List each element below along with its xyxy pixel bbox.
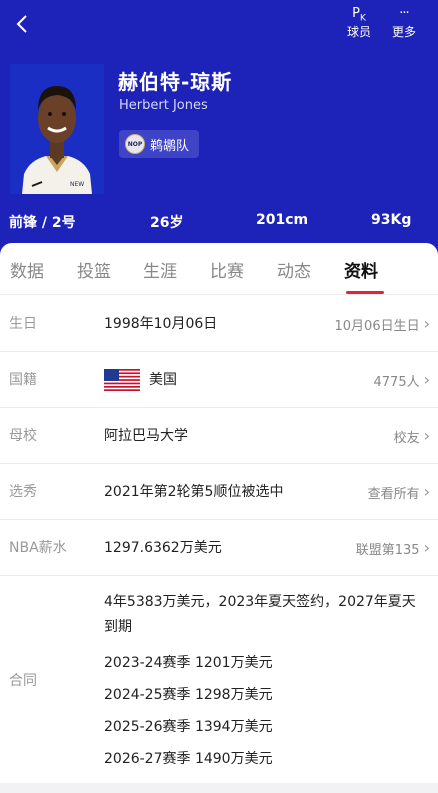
row-label: 选秀 (9, 484, 37, 500)
tab-shooting[interactable]: 投篮 (77, 257, 111, 282)
team-logo-icon: NOP (125, 134, 145, 154)
birthday-link[interactable]: 10月06日生日 › (335, 296, 431, 352)
contract-summary: 4年5383万美元，2023年夏天签约，2027年夏天到期 (104, 594, 416, 635)
tab-stats[interactable]: 数据 (10, 257, 44, 282)
player-stats-bar: 前锋 / 2号 26岁 201cm 93Kg (0, 208, 438, 234)
row-value: 阿拉巴马大学 (104, 428, 188, 444)
more-label: 更多 (391, 25, 416, 39)
row-label: 生日 (9, 316, 37, 332)
chevron-right-icon: › (423, 482, 430, 501)
tab-profile[interactable]: 资料 (344, 257, 378, 282)
player-name-cn: 赫伯特-琼斯 (118, 70, 233, 94)
info-row-birthday: 生日 1998年10月06日 10月06日生日 › (0, 296, 438, 352)
team-badge[interactable]: NOP 鹈鹕队 (119, 130, 200, 158)
contract-season: 2024-25赛季 1298万美元 (104, 687, 273, 703)
row-label: 合同 (9, 673, 37, 689)
row-value: 美国 (149, 372, 177, 388)
pk-player-label: 球员 (346, 25, 371, 39)
player-header: PK 球员 ··· 更多 NEW 赫伯特-琼斯 Herbert Jones NO… (0, 0, 438, 262)
info-row-draft: 选秀 2021年第2轮第5顺位被选中 查看所有 › (0, 464, 438, 520)
info-row-nationality: 国籍 美国 4775人 › (0, 352, 438, 408)
position-number: 前锋 / 2号 (9, 215, 76, 231)
alumni-link[interactable]: 校友 › (394, 408, 430, 464)
tab-games[interactable]: 比赛 (210, 257, 244, 282)
row-action-label: 10月06日生日 (334, 318, 420, 334)
row-value: 2021年第2轮第5顺位被选中 (104, 484, 284, 500)
row-label: 国籍 (9, 372, 37, 388)
tab-career[interactable]: 生涯 (143, 257, 177, 282)
more-icon: ··· (399, 6, 409, 21)
contract-season: 2023-24赛季 1201万美元 (104, 655, 273, 671)
team-name: 鹈鹕队 (150, 138, 190, 154)
salary-rank-link[interactable]: 联盟第135 › (356, 520, 430, 576)
pk-icon: PK (352, 6, 366, 24)
chevron-right-icon: › (423, 370, 430, 389)
tab-bar: 数据 投篮 生涯 比赛 动态 资料 (0, 243, 438, 295)
row-action-label: 联盟第135 (355, 542, 420, 558)
chevron-left-icon (16, 15, 27, 33)
player-name-en: Herbert Jones (119, 98, 208, 113)
nationality-link[interactable]: 4775人 › (374, 352, 431, 408)
active-tab-indicator (346, 291, 384, 294)
row-value: 1998年10月06日 (104, 316, 218, 332)
row-label: 母校 (9, 428, 37, 444)
us-flag-icon (104, 369, 140, 391)
info-row-salary: NBA薪水 1297.6362万美元 联盟第135 › (0, 520, 438, 576)
row-action-label: 查看所有 (367, 486, 420, 502)
player-age: 26岁 (150, 215, 184, 231)
row-action-label: 校友 (393, 430, 420, 446)
more-button[interactable]: ··· 更多 (384, 4, 424, 44)
bottom-divider (0, 783, 438, 793)
row-value: 1297.6362万美元 (104, 540, 222, 556)
row-label: NBA薪水 (9, 540, 67, 556)
tab-news[interactable]: 动态 (277, 257, 311, 282)
contract-season: 2025-26赛季 1394万美元 (104, 719, 273, 735)
chevron-right-icon: › (423, 426, 430, 445)
player-weight: 93Kg (371, 212, 412, 228)
contract-season: 2026-27赛季 1490万美元 (104, 751, 273, 767)
player-height: 201cm (256, 212, 309, 228)
back-button[interactable] (8, 10, 36, 38)
draft-view-all-link[interactable]: 查看所有 › (368, 464, 430, 520)
row-action-label: 4775人 (373, 374, 420, 390)
chevron-right-icon: › (423, 314, 430, 333)
player-avatar: NEW (10, 64, 104, 194)
info-row-school: 母校 阿拉巴马大学 校友 › (0, 408, 438, 464)
chevron-right-icon: › (423, 538, 430, 557)
pk-player-button[interactable]: PK 球员 (339, 4, 379, 44)
svg-text:NEW: NEW (70, 181, 84, 188)
info-row-contract: 合同 4年5383万美元，2023年夏天签约，2027年夏天到期 2023-24… (0, 575, 438, 783)
